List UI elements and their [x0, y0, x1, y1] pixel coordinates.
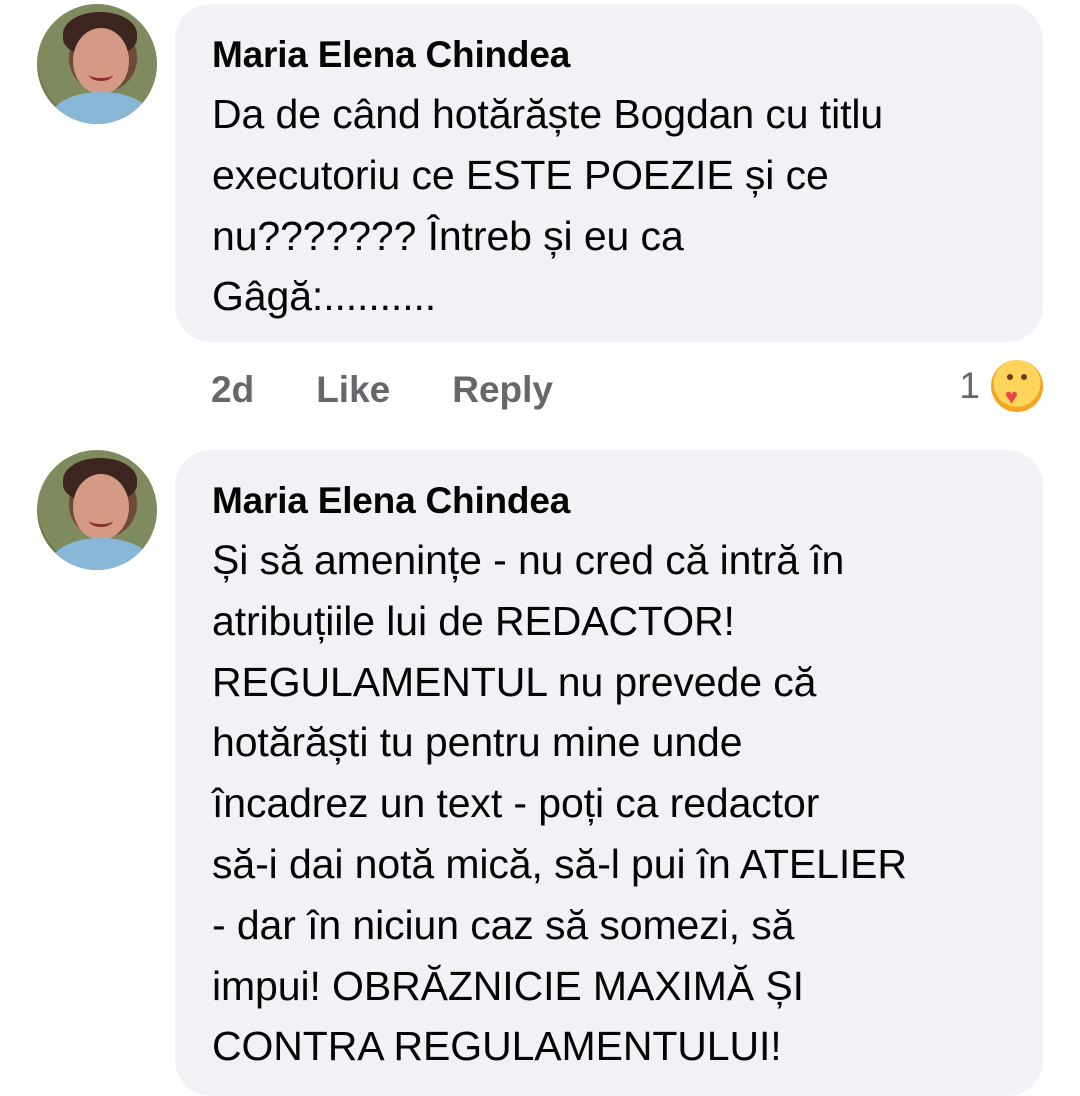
care-reaction-icon: ♥ — [988, 357, 1046, 415]
comment-text: Și să amenințe - nu cred că intră în atr… — [212, 537, 907, 1070]
avatar-face — [73, 474, 129, 540]
comment-bubble: Maria Elena Chindea Și să amenințe - nu … — [175, 450, 1043, 1096]
avatar-smile — [89, 514, 113, 527]
comment-bubble: Maria Elena Chindea Da de când hotărăște… — [175, 4, 1043, 342]
care-icon-right-eye — [1021, 374, 1027, 380]
comment-actions: 2d Like Reply — [211, 360, 615, 420]
comment-text: Da de când hotărăște Bogdan cu titlu exe… — [212, 91, 884, 320]
care-icon-heart: ♥ — [1005, 384, 1019, 409]
like-button[interactable]: Like — [316, 369, 390, 411]
avatar[interactable] — [37, 450, 157, 570]
avatar-shirt — [51, 538, 151, 570]
reaction-summary[interactable]: 1 ♥ — [959, 357, 1046, 415]
avatar-smile — [89, 68, 113, 81]
avatar[interactable] — [37, 4, 157, 124]
avatar-face — [73, 28, 129, 94]
reaction-count: 1 — [959, 365, 980, 406]
avatar-shirt — [51, 92, 151, 124]
comment-author[interactable]: Maria Elena Chindea — [212, 30, 1007, 80]
reply-button[interactable]: Reply — [452, 369, 553, 411]
comment-timestamp[interactable]: 2d — [211, 369, 254, 411]
comment-author[interactable]: Maria Elena Chindea — [212, 476, 1007, 526]
care-icon-left-eye — [1007, 374, 1013, 380]
